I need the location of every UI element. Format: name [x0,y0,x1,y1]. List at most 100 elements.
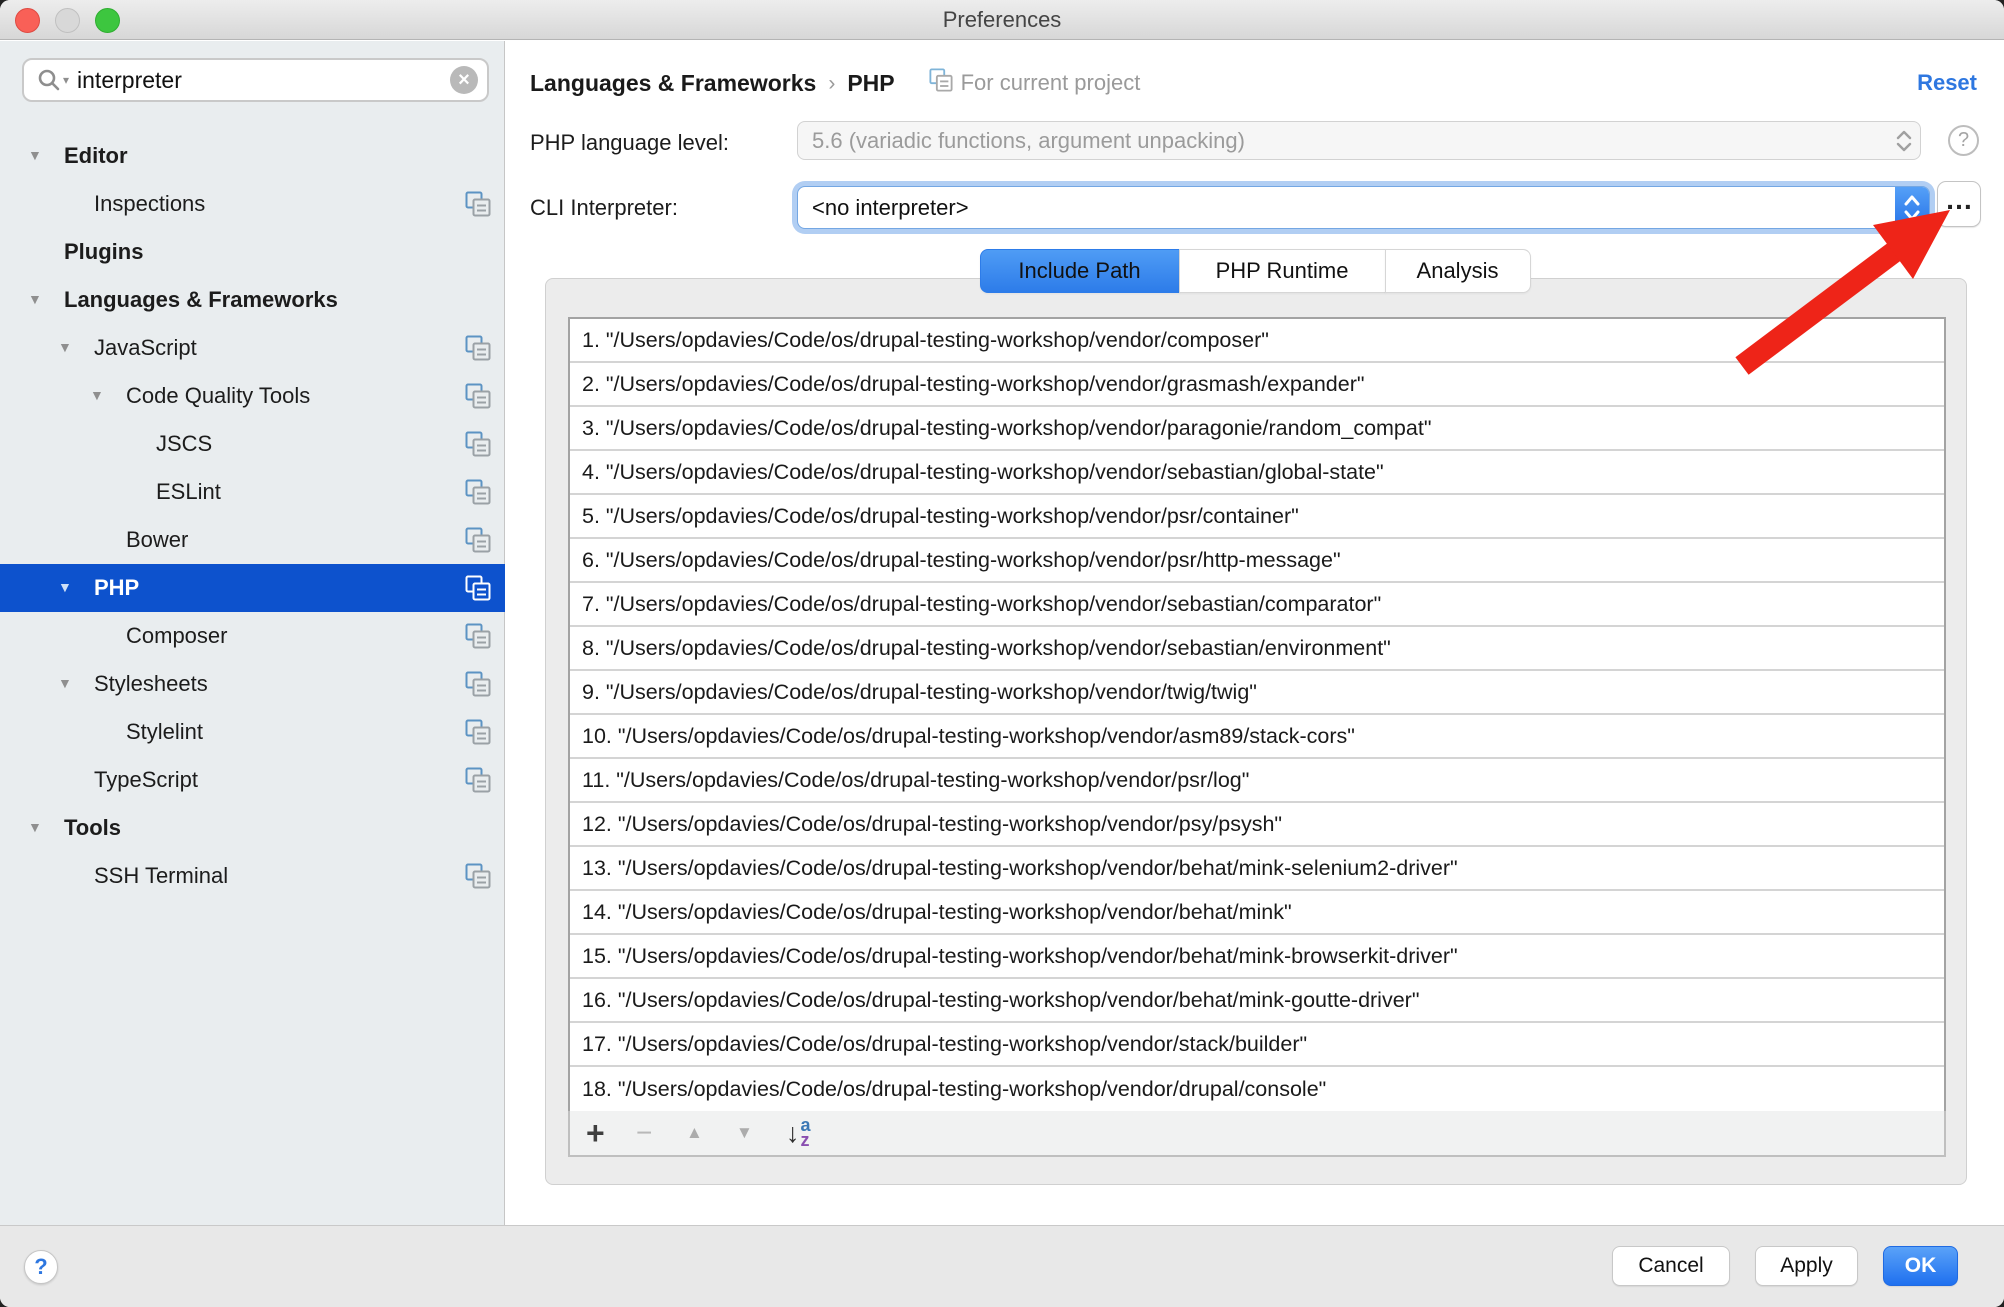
sidebar-item-eslint[interactable]: ESLint [0,468,505,516]
include-path-row[interactable]: 8. "/Users/opdavies/Code/os/drupal-testi… [570,627,1944,671]
copy-settings-icon [465,383,491,409]
sidebar-item-stylesheets[interactable]: ▼ Stylesheets [0,660,505,708]
copy-settings-icon-wrap [465,767,491,799]
sidebar-item-javascript[interactable]: ▼ JavaScript [0,324,505,372]
preferences-window: Preferences ▾ × ▼ Editor Inspections Plugi… [0,0,2004,1307]
expander-triangle-icon[interactable]: ▼ [28,147,42,163]
include-path-row[interactable]: 15. "/Users/opdavies/Code/os/drupal-test… [570,935,1944,979]
copy-settings-icon-wrap [465,479,491,511]
sidebar-item-languages-and-frameworks[interactable]: ▼ Languages & Frameworks [0,276,505,324]
tab-analysis[interactable]: Analysis [1385,249,1531,293]
cancel-button[interactable]: Cancel [1612,1246,1730,1286]
sidebar-item-label: JavaScript [94,335,197,361]
sidebar-item-plugins[interactable]: Plugins [0,228,505,276]
include-path-row[interactable]: 16. "/Users/opdavies/Code/os/drupal-test… [570,979,1944,1023]
copy-settings-icon [465,335,491,361]
language-level-select[interactable]: 5.6 (variadic functions, argument unpack… [797,121,1921,160]
language-level-label: PHP language level: [530,130,729,156]
expander-triangle-icon[interactable]: ▼ [28,819,42,835]
copy-settings-icon-wrap [465,719,491,751]
tab-php-runtime[interactable]: PHP Runtime [1179,249,1386,293]
select-stepper-icon [1896,130,1912,152]
expander-triangle-icon[interactable]: ▼ [90,387,104,403]
tab-include-path[interactable]: Include Path [980,249,1180,293]
titlebar: Preferences [0,0,2004,40]
include-path-row[interactable]: 18. "/Users/opdavies/Code/os/drupal-test… [570,1067,1944,1111]
copy-settings-icon [465,191,491,217]
include-path-row[interactable]: 1. "/Users/opdavies/Code/os/drupal-testi… [570,319,1944,363]
search-input[interactable] [77,67,450,94]
include-path-row[interactable]: 4. "/Users/opdavies/Code/os/drupal-testi… [570,451,1944,495]
sidebar-item-ssh-terminal[interactable]: SSH Terminal [0,852,505,900]
sidebar-item-label: Stylelint [126,719,203,745]
ok-button[interactable]: OK [1883,1246,1958,1286]
reset-link[interactable]: Reset [1917,70,1977,96]
include-path-row[interactable]: 2. "/Users/opdavies/Code/os/drupal-testi… [570,363,1944,407]
copy-settings-icon [465,623,491,649]
clear-search-icon[interactable]: × [450,66,478,94]
expander-triangle-icon[interactable]: ▼ [58,579,72,595]
copy-settings-icon [465,671,491,697]
tab-label: PHP Runtime [1216,258,1349,284]
sidebar-item-inspections[interactable]: Inspections [0,180,505,228]
include-path-row[interactable]: 3. "/Users/opdavies/Code/os/drupal-testi… [570,407,1944,451]
include-path-row[interactable]: 12. "/Users/opdavies/Code/os/drupal-test… [570,803,1944,847]
sidebar-item-label: Inspections [94,191,205,217]
include-path-row[interactable]: 14. "/Users/opdavies/Code/os/drupal-test… [570,891,1944,935]
add-path-button[interactable]: + [586,1115,636,1152]
sidebar-item-stylelint[interactable]: Stylelint [0,708,505,756]
remove-path-button[interactable]: − [636,1117,686,1149]
sort-arrow-icon: ↓ [786,1118,800,1149]
sidebar-item-jscs[interactable]: JSCS [0,420,505,468]
search-icon [36,67,62,93]
apply-button[interactable]: Apply [1755,1246,1858,1286]
expander-triangle-icon[interactable]: ▼ [58,675,72,691]
include-path-row[interactable]: 17. "/Users/opdavies/Code/os/drupal-test… [570,1023,1944,1067]
help-button[interactable]: ? [24,1250,58,1284]
language-level-help-icon[interactable]: ? [1948,125,1979,156]
language-level-value: 5.6 (variadic functions, argument unpack… [812,128,1896,154]
cli-interpreter-value: <no interpreter> [812,195,1895,221]
tab-label: Analysis [1417,258,1499,284]
include-path-row[interactable]: 9. "/Users/opdavies/Code/os/drupal-testi… [570,671,1944,715]
move-up-button[interactable]: ▲ [686,1123,736,1143]
include-path-row[interactable]: 13. "/Users/opdavies/Code/os/drupal-test… [570,847,1944,891]
cli-interpreter-combobox[interactable]: <no interpreter> [797,186,1930,229]
sidebar-item-php[interactable]: ▼PHP [0,564,505,612]
combobox-stepper-icon[interactable] [1895,187,1929,228]
sidebar-item-label: Code Quality Tools [126,383,310,409]
sidebar-item-label: Languages & Frameworks [64,287,338,313]
search-history-caret-icon[interactable]: ▾ [63,73,69,87]
sort-alphabetical-button[interactable]: ↓ a z [786,1118,811,1149]
sidebar-item-editor[interactable]: ▼ Editor [0,132,505,180]
include-path-row[interactable]: 10. "/Users/opdavies/Code/os/drupal-test… [570,715,1944,759]
copy-settings-icon [929,68,953,98]
settings-main-pane: Languages & Frameworks › PHP For current… [506,41,2004,1225]
sidebar-item-label: SSH Terminal [94,863,228,889]
sidebar-item-label: Stylesheets [94,671,208,697]
sidebar-item-code-quality-tools[interactable]: ▼ Code Quality Tools [0,372,505,420]
copy-settings-icon [465,575,491,601]
cli-interpreter-label: CLI Interpreter: [530,195,678,221]
include-path-row[interactable]: 7. "/Users/opdavies/Code/os/drupal-testi… [570,583,1944,627]
copy-settings-icon-wrap [465,671,491,703]
expander-triangle-icon[interactable]: ▼ [28,291,42,307]
sidebar-item-tools[interactable]: ▼Tools [0,804,505,852]
sidebar-item-typescript[interactable]: TypeScript [0,756,505,804]
expander-triangle-icon[interactable]: ▼ [58,339,72,355]
include-path-row[interactable]: 6. "/Users/opdavies/Code/os/drupal-testi… [570,539,1944,583]
list-toolbar: + − ▲ ▼ ↓ a z [568,1111,1946,1157]
copy-settings-icon-wrap [465,335,491,367]
copy-settings-icon [465,527,491,553]
include-path-row[interactable]: 5. "/Users/opdavies/Code/os/drupal-testi… [570,495,1944,539]
sidebar-item-label: Editor [64,143,128,169]
scope-indicator: For current project [929,68,1141,98]
browse-interpreters-button[interactable]: … [1937,181,1981,227]
include-path-row[interactable]: 11. "/Users/opdavies/Code/os/drupal-test… [570,759,1944,803]
sidebar-item-composer[interactable]: Composer [0,612,505,660]
copy-settings-icon [465,863,491,889]
sidebar-item-bower[interactable]: Bower [0,516,505,564]
move-down-button[interactable]: ▼ [736,1123,786,1143]
copy-settings-icon-wrap [465,527,491,559]
settings-search[interactable]: ▾ × [22,58,489,102]
